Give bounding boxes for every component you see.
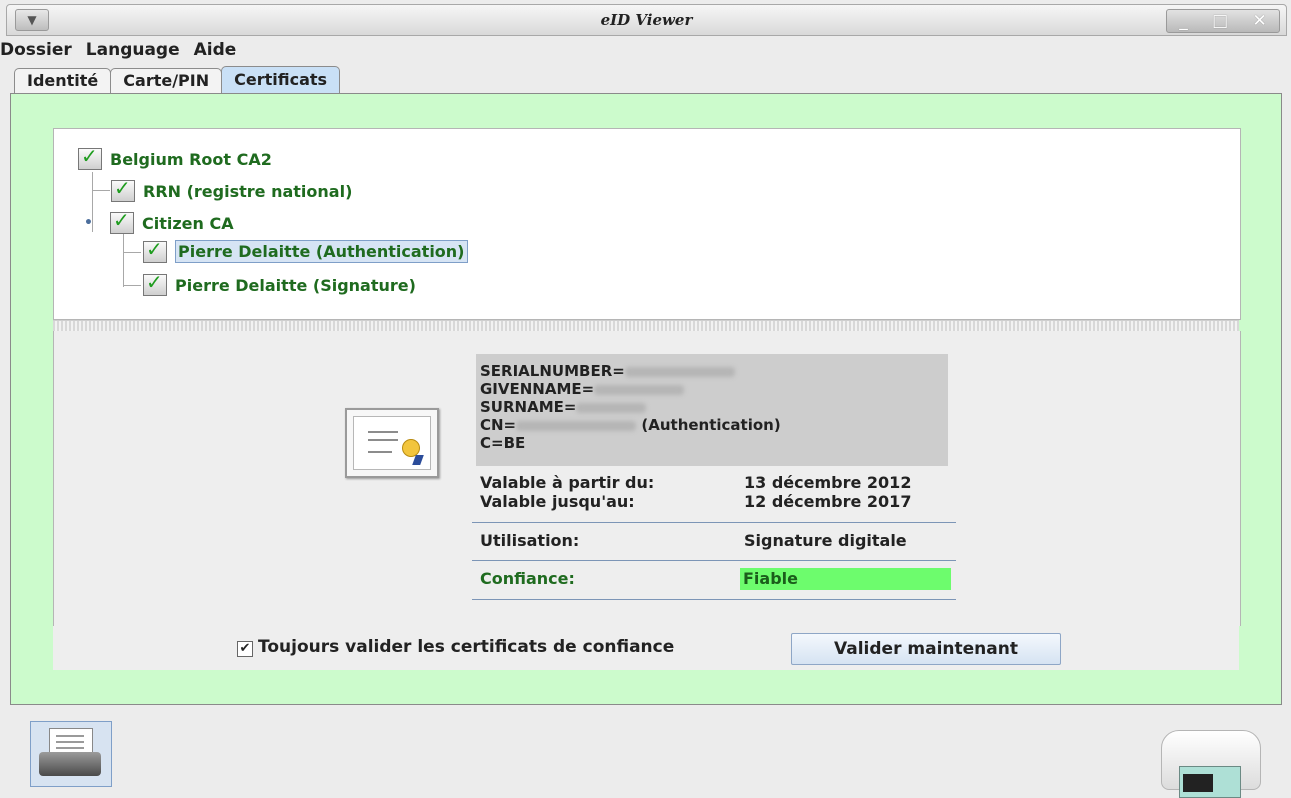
tree-node-label: Citizen CA [142, 213, 234, 233]
tree-node-signature[interactable]: Pierre Delaitte (Signature) [143, 270, 416, 296]
tree-node-authentication[interactable]: Pierre Delaitte (Authentication) [143, 237, 468, 263]
window-controls: _ □ ✕ [1166, 9, 1280, 33]
cert-check-icon [111, 176, 135, 202]
valid-to-label: Valable jusqu'au: [480, 492, 635, 511]
printer-paper-line [56, 747, 84, 749]
cert-check-icon [143, 237, 167, 263]
tab-carte-pin[interactable]: Carte/PIN [110, 68, 223, 93]
menu-aide[interactable]: Aide [194, 38, 237, 62]
separator [472, 599, 956, 600]
certificate-icon-line [368, 431, 398, 433]
always-validate-checkbox[interactable]: ✔ [237, 641, 253, 657]
menu-dossier[interactable]: Dossier [0, 38, 72, 62]
dn-cn-label: CN= [480, 416, 517, 434]
maximize-button[interactable]: □ [1212, 11, 1228, 31]
tree-node-label: Pierre Delaitte (Authentication) [175, 240, 468, 263]
certificate-ribbon-icon [412, 455, 424, 465]
dn-country: C=BE [480, 434, 526, 452]
title-bar: ▼ eID Viewer _ □ ✕ [6, 4, 1287, 36]
close-button[interactable]: ✕ [1253, 11, 1267, 31]
dn-cn: CN= (Authentication) [480, 416, 944, 434]
printer-body [39, 752, 101, 776]
dn-givenname-label: GIVENNAME= [480, 380, 595, 398]
card-chip [1183, 774, 1213, 792]
dn-surname-label: SURNAME= [480, 398, 577, 416]
tree-node-label: RRN (registre national) [143, 181, 353, 201]
separator [472, 560, 956, 561]
minimize-button[interactable]: _ [1179, 11, 1188, 31]
certificate-icon [345, 408, 439, 478]
dn-cn-suffix: (Authentication) [641, 416, 781, 434]
usage-value: Signature digitale [744, 531, 907, 550]
valid-from-value: 13 décembre 2012 [744, 473, 912, 492]
dn-serial: SERIALNUMBER= [480, 362, 944, 380]
tree-line [123, 252, 141, 253]
valid-from-label: Valable à partir du: [480, 473, 655, 492]
redacted-value [516, 420, 637, 431]
certificate-icon-line [368, 451, 392, 453]
menu-language[interactable]: Language [86, 38, 180, 62]
cert-check-icon [143, 270, 167, 296]
tree-node-citizen-ca[interactable]: • Citizen CA [84, 208, 234, 234]
cert-check-icon [78, 144, 102, 170]
certificate-icon-line [368, 439, 398, 441]
printer-paper-line [56, 735, 84, 737]
window-title: eID Viewer [600, 11, 693, 29]
tab-identite[interactable]: Identité [14, 68, 112, 93]
tab-bar: Identité Carte/PIN Certificats [14, 66, 341, 94]
print-button[interactable] [30, 721, 112, 787]
always-validate-label[interactable]: Toujours valider les certificats de conf… [258, 637, 674, 657]
cert-check-icon [110, 208, 134, 234]
separator [472, 522, 956, 523]
usage-label: Utilisation: [480, 531, 580, 550]
trust-status-badge: Fiable [740, 568, 951, 590]
tree-node-root[interactable]: Belgium Root CA2 [78, 144, 272, 170]
card-reader-icon [1157, 730, 1263, 798]
tree-node-label: Belgium Root CA2 [110, 149, 272, 169]
redacted-value [624, 366, 735, 377]
dn-serial-label: SERIALNUMBER= [480, 362, 625, 380]
tree-line [92, 190, 110, 191]
subject-dn: SERIALNUMBER= GIVENNAME= SURNAME= CN= (A… [476, 354, 948, 466]
valid-to-value: 12 décembre 2017 [744, 492, 912, 511]
tree-node-label: Pierre Delaitte (Signature) [175, 275, 416, 295]
certificate-icon-paper [353, 416, 431, 470]
tree-node-rrn[interactable]: RRN (registre national) [111, 176, 353, 202]
dn-givenname: GIVENNAME= [480, 380, 944, 398]
menu-bar: Dossier Language Aide [0, 38, 1291, 62]
validate-now-button[interactable]: Valider maintenant [791, 633, 1061, 665]
redacted-value [576, 402, 647, 413]
trust-label: Confiance: [480, 569, 575, 588]
expand-handle-icon[interactable]: • [84, 215, 102, 231]
printer-paper-line [56, 741, 84, 743]
dn-surname: SURNAME= [480, 398, 944, 416]
tab-certificats[interactable]: Certificats [221, 66, 341, 93]
tree-line [123, 285, 141, 286]
tree-line [123, 232, 124, 287]
redacted-value [594, 384, 685, 395]
app-window: ▼ eID Viewer _ □ ✕ Dossier Language Aide… [0, 0, 1291, 798]
